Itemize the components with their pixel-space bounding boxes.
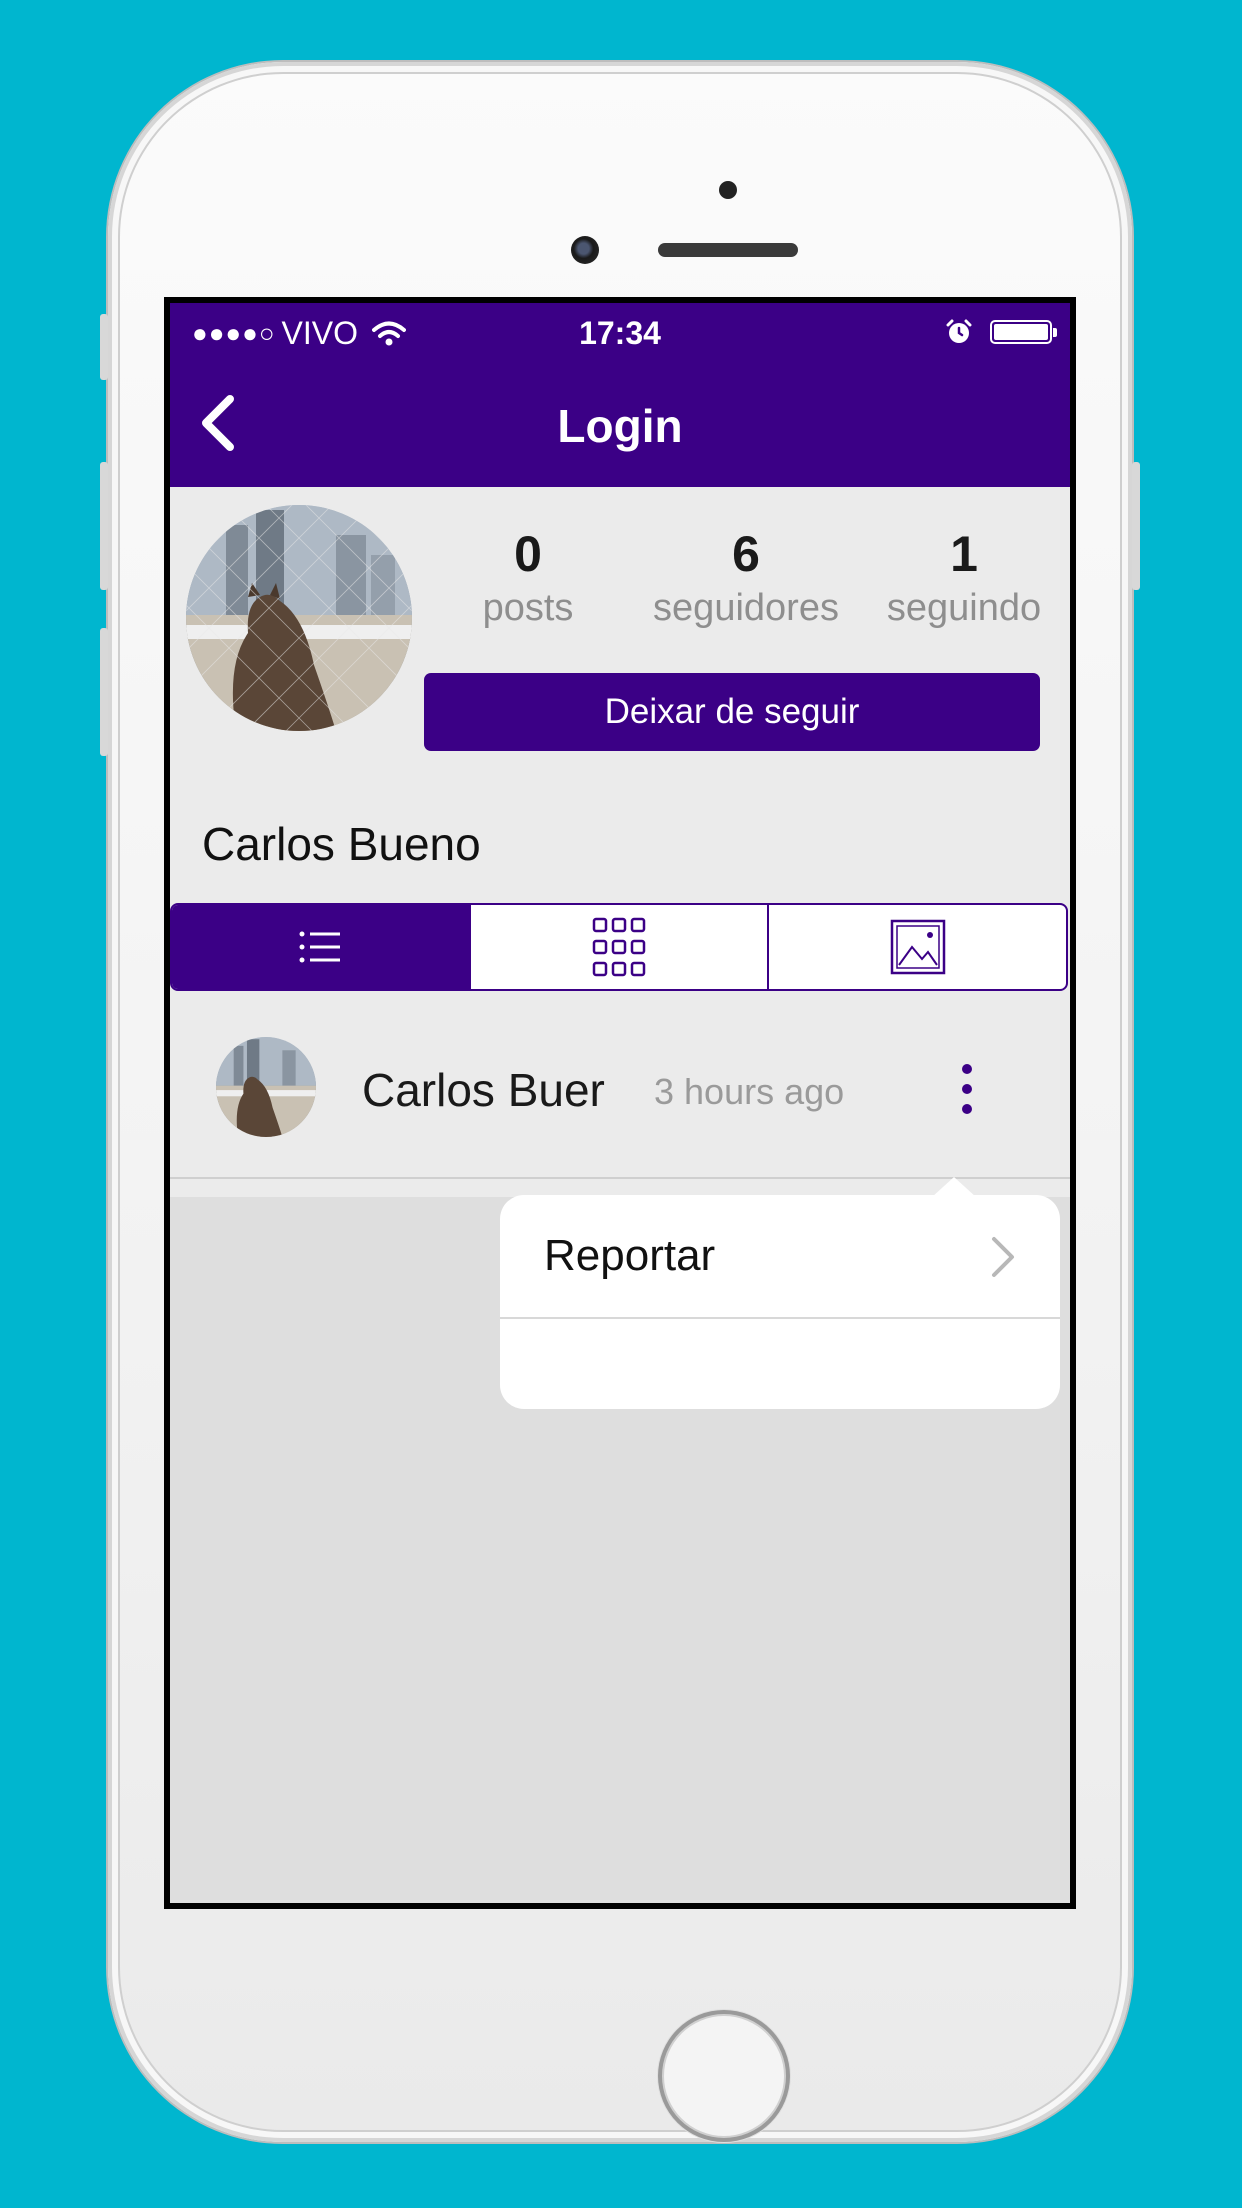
image-icon (890, 919, 945, 975)
post-options-popover: Reportar (500, 1177, 1060, 1409)
profile-avatar[interactable] (186, 505, 412, 731)
tab-list-view[interactable] (172, 905, 469, 989)
page-title: Login (557, 400, 683, 452)
front-camera (571, 236, 599, 264)
post-header-row[interactable]: Carlos Buer 3 hours ago (170, 991, 1070, 1179)
status-right (946, 319, 1057, 345)
tab-grid-view[interactable] (468, 905, 768, 989)
stat-posts[interactable]: 0 posts (428, 525, 628, 630)
grid-icon (592, 917, 646, 977)
following-label: seguindo (886, 587, 1042, 629)
following-count: 1 (950, 526, 978, 582)
mute-switch (100, 314, 108, 380)
menu-item-report[interactable]: Reportar (500, 1195, 1060, 1319)
status-bar: ●●●●○ VIVO 17:34 (170, 303, 1070, 363)
stat-following[interactable]: 1 seguindo (864, 525, 1064, 630)
stat-followers[interactable]: 6 seguidores (646, 525, 846, 630)
profile-header: 0 posts 6 seguidores 1 seguindo Deixar d… (170, 487, 1070, 1197)
volume-down-button (100, 628, 108, 756)
navigation-bar: Login (170, 363, 1070, 487)
earpiece-speaker (658, 243, 798, 257)
home-button[interactable] (658, 2010, 790, 2142)
battery-icon (990, 320, 1057, 344)
followers-count: 6 (732, 526, 760, 582)
volume-up-button (100, 462, 108, 590)
menu-item-label: Reportar (544, 1231, 716, 1280)
screen: ●●●●○ VIVO 17:34 Login 0 posts 6 seguido… (164, 297, 1076, 1909)
view-mode-tabs (170, 903, 1068, 991)
followers-label: seguidores (653, 587, 839, 629)
post-timestamp: 3 hours ago (654, 1071, 845, 1112)
proximity-sensor (719, 181, 737, 199)
alarm-icon (946, 319, 972, 345)
posts-count: 0 (514, 526, 542, 582)
unfollow-button[interactable]: Deixar de seguir (424, 673, 1040, 751)
chevron-right-icon (992, 1237, 1014, 1277)
more-vertical-icon (962, 1064, 972, 1114)
power-button (1132, 462, 1140, 590)
post-options-button[interactable] (952, 1059, 982, 1119)
posts-label: posts (482, 587, 574, 629)
post-author-name[interactable]: Carlos Buer (362, 1063, 605, 1117)
status-time: 17:34 (579, 315, 661, 351)
profile-name: Carlos Bueno (202, 818, 481, 870)
popover-arrow (932, 1177, 976, 1197)
tab-photo-view[interactable] (767, 905, 1066, 989)
list-icon (299, 931, 341, 963)
app-screen: ●●●●○ VIVO 17:34 Login 0 posts 6 seguido… (170, 303, 1070, 1903)
post-author-avatar[interactable] (216, 1037, 316, 1137)
